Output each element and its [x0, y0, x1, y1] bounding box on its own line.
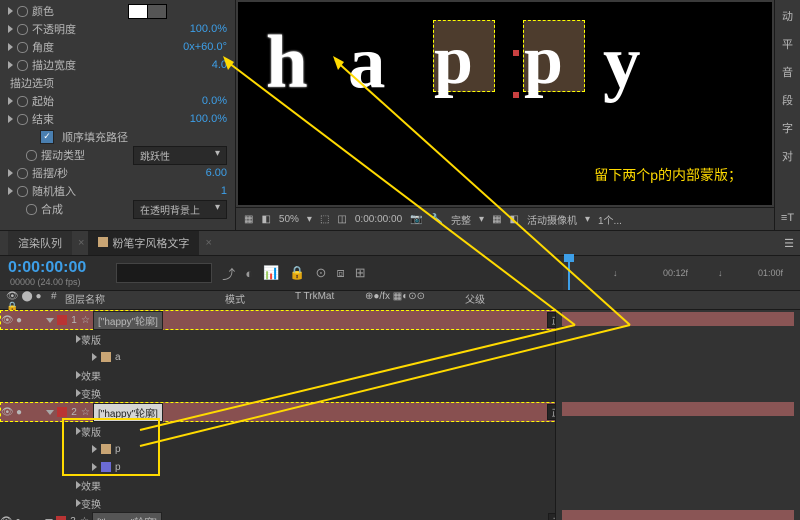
tab-composition[interactable]: 粉笔字风格文字: [88, 231, 199, 255]
layer-panel: 👁●1☆["happy"轮廓]正常 ▾ ▾⊕ ●/fx ▦⊙无 ▾蒙版a差值 ▾…: [0, 310, 800, 520]
stopwatch-icon[interactable]: [17, 60, 28, 71]
text-tool-icon[interactable]: ≡T: [781, 212, 794, 224]
color-swatch[interactable]: [128, 4, 167, 19]
zoom-dropdown[interactable]: 50%: [279, 214, 299, 225]
mask-highlight-box: [62, 418, 160, 476]
annotation-text: 留下两个p的内部蒙版；: [594, 165, 742, 185]
effect-properties-panel: 颜色 不透明度100.0% 角度0x+60.0° 描边宽度4.0 描边选项 起始…: [0, 0, 236, 230]
stopwatch-icon[interactable]: [17, 6, 28, 17]
stopwatch-icon[interactable]: [17, 96, 28, 107]
composition-viewer: h a p p y 留下两个p的内部蒙版； ▦ ◧ 50%▾ ⬚◫ 0:00:0…: [236, 0, 774, 230]
search-input[interactable]: [116, 263, 212, 283]
time-ruler[interactable]: ↓ 00:12f ↓ 01:00f: [563, 256, 800, 290]
comp-mode-dropdown[interactable]: 在透明背景上▾: [133, 200, 227, 219]
viewer-toolbar: ▦ ◧ 50%▾ ⬚◫ 0:00:00:00 📷 🔧 完整▾ ▦◧ 活动摄像机▾…: [236, 207, 774, 230]
time-display[interactable]: 0:00:00:00: [355, 214, 402, 225]
preview-canvas[interactable]: h a p p y 留下两个p的内部蒙版；: [238, 2, 772, 205]
tool-sidebar: 动 平 音 段 字 对 ≡T: [774, 0, 800, 230]
stopwatch-icon[interactable]: [17, 42, 28, 53]
time-indicator[interactable]: [568, 256, 570, 290]
tab-render-queue[interactable]: 渲染队列: [8, 231, 72, 255]
resolution-dropdown[interactable]: 完整: [451, 212, 471, 227]
graph-icon[interactable]: 📊: [263, 265, 279, 281]
stopwatch-icon[interactable]: [26, 150, 37, 161]
checkbox-icon[interactable]: ✓: [40, 130, 54, 144]
shy-icon[interactable]: ⤴: [222, 264, 235, 283]
stopwatch-icon[interactable]: [17, 114, 28, 125]
stopwatch-icon[interactable]: [17, 24, 28, 35]
grid-icon[interactable]: ▦: [244, 214, 253, 225]
wave-type-dropdown[interactable]: 跳跃性▾: [133, 146, 227, 165]
stopwatch-icon[interactable]: [26, 204, 37, 215]
current-time[interactable]: 0:00:00:00: [8, 259, 86, 277]
stopwatch-icon[interactable]: [17, 168, 28, 179]
stopwatch-icon[interactable]: [17, 186, 28, 197]
camera-icon[interactable]: 📷: [410, 214, 422, 225]
camera-dropdown[interactable]: 活动摄像机: [527, 212, 577, 227]
panel-menu-icon[interactable]: ☰: [784, 237, 794, 250]
panel-tabs: 渲染队列 × 粉笔字风格文字 × ☰: [0, 230, 800, 256]
